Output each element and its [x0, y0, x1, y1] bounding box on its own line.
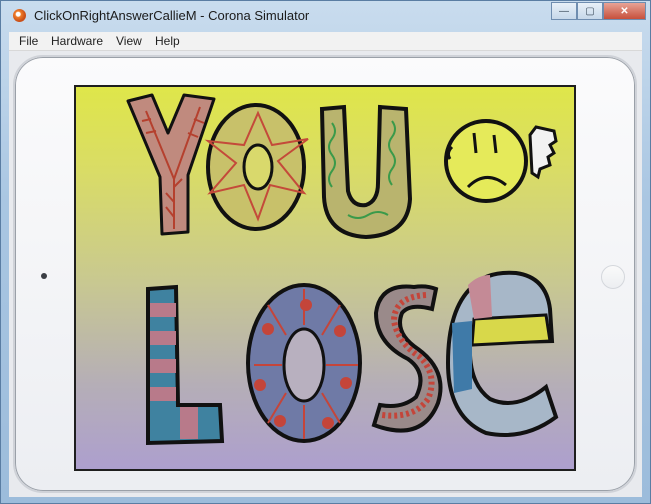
letter-o-you [204, 103, 309, 231]
minimize-button[interactable]: — [551, 2, 577, 20]
window-controls: — ▢ ✕ [551, 2, 646, 21]
letter-y [126, 93, 216, 236]
home-button[interactable] [601, 265, 625, 289]
letter-u [319, 104, 413, 240]
tablet-device-frame [13, 55, 637, 493]
simulator-client-area [9, 51, 642, 497]
simulator-window: ClickOnRightAnswerCallieM - Corona Simul… [0, 0, 651, 504]
letter-o-lose [246, 283, 362, 443]
you-lose-artwork [126, 93, 559, 446]
window-title: ClickOnRightAnswerCallieM - Corona Simul… [34, 8, 310, 23]
game-screen[interactable] [74, 85, 576, 471]
letter-s [371, 284, 443, 433]
menu-bar: File Hardware View Help [9, 32, 642, 51]
camera-icon [41, 273, 47, 279]
menu-view[interactable]: View [116, 34, 142, 48]
menu-file[interactable]: File [19, 34, 38, 48]
menu-hardware[interactable]: Hardware [51, 34, 103, 48]
title-bar[interactable]: ClickOnRightAnswerCallieM - Corona Simul… [1, 1, 651, 32]
letter-e [445, 270, 559, 437]
corona-app-icon [13, 9, 26, 22]
maximize-button[interactable]: ▢ [577, 2, 603, 20]
sad-face-icon [444, 119, 528, 203]
thumbs-down-icon [528, 125, 558, 180]
close-button[interactable]: ✕ [603, 2, 646, 20]
letter-l [146, 284, 225, 446]
menu-help[interactable]: Help [155, 34, 180, 48]
